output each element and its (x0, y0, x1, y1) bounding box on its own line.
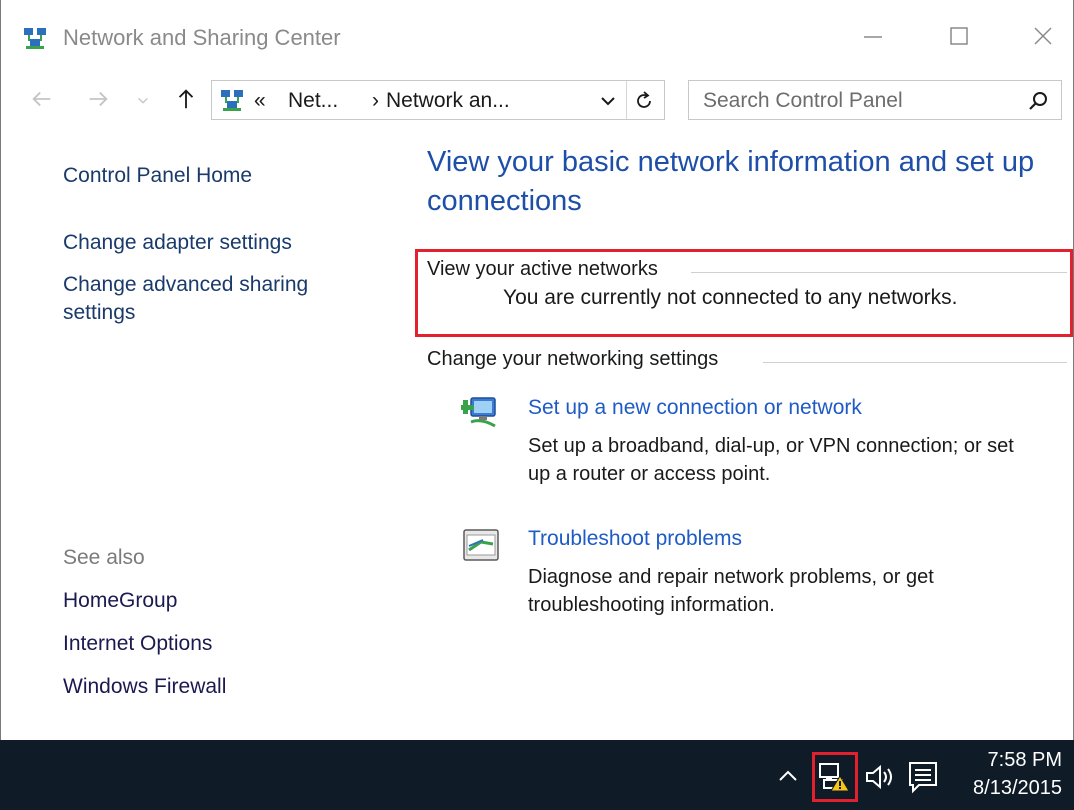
action-center-icon[interactable] (907, 760, 939, 794)
volume-icon[interactable] (864, 762, 898, 792)
setup-connection-desc-line1: Set up a broadband, dial-up, or VPN conn… (528, 435, 1014, 457)
windows-firewall-link[interactable]: Windows Firewall (63, 675, 226, 699)
address-divider (626, 81, 627, 119)
search-input[interactable]: Search Control Panel (703, 89, 903, 113)
setup-connection-link[interactable]: Set up a new connection or network (528, 396, 862, 420)
setup-connection-description: Set up a broadband, dial-up, or VPN conn… (528, 432, 1073, 488)
close-button[interactable] (1023, 16, 1063, 56)
maximize-button[interactable] (939, 16, 979, 56)
address-dropdown-icon[interactable] (598, 91, 618, 111)
system-clock[interactable]: 7:58 PM 8/13/2015 (952, 746, 1062, 802)
troubleshoot-desc-line2: troubleshooting information. (528, 594, 775, 616)
network-status-text: You are currently not connected to any n… (503, 286, 958, 309)
change-settings-divider (763, 362, 1067, 363)
network-app-icon (23, 26, 47, 50)
troubleshoot-link[interactable]: Troubleshoot problems (528, 527, 742, 551)
search-box[interactable]: Search Control Panel (688, 80, 1062, 120)
network-location-icon (220, 88, 244, 112)
refresh-icon[interactable] (632, 89, 656, 113)
network-warning-icon[interactable] (818, 762, 850, 792)
setup-connection-desc-line2: up a router or access point. (528, 463, 771, 485)
recent-locations-chevron-icon[interactable] (135, 88, 151, 114)
troubleshoot-desc-line1: Diagnose and repair network problems, or… (528, 566, 934, 588)
internet-options-link[interactable]: Internet Options (63, 632, 212, 656)
up-arrow-icon[interactable] (173, 86, 199, 112)
breadcrumb-network[interactable]: Network an... (386, 89, 510, 113)
control-panel-home-link[interactable]: Control Panel Home (63, 164, 252, 188)
page-heading-line2: connections (427, 185, 582, 217)
change-adapter-settings-link[interactable]: Change adapter settings (63, 231, 292, 255)
breadcrumb-overflow[interactable]: « (254, 89, 266, 113)
title-bar: Network and Sharing Center (1, 0, 1073, 70)
breadcrumb-separator[interactable]: › (372, 89, 379, 113)
troubleshoot-icon[interactable] (461, 526, 501, 566)
change-advanced-sharing-link-line2[interactable]: settings (63, 301, 135, 325)
clock-time: 7:58 PM (987, 749, 1062, 771)
active-networks-label: View your active networks (427, 258, 666, 281)
network-sharing-window: Network and Sharing Center « Net... › Ne… (0, 0, 1074, 740)
minimize-button[interactable] (853, 16, 893, 56)
back-arrow-icon[interactable] (29, 86, 55, 112)
active-networks-divider (691, 272, 1067, 273)
new-connection-icon[interactable] (461, 392, 501, 432)
forward-arrow-icon[interactable] (85, 86, 111, 112)
chevron-up-icon[interactable] (776, 764, 800, 788)
breadcrumb-control-panel[interactable]: Net... (288, 89, 338, 113)
page-heading: View your basic network information and … (427, 143, 1067, 221)
homegroup-link[interactable]: HomeGroup (63, 589, 177, 613)
clock-date: 8/13/2015 (973, 777, 1062, 799)
window-title: Network and Sharing Center (63, 25, 341, 50)
search-icon[interactable] (1027, 90, 1049, 112)
troubleshoot-description: Diagnose and repair network problems, or… (528, 563, 1073, 619)
see-also-label: See also (63, 546, 145, 569)
page-heading-line1: View your basic network information and … (427, 146, 1035, 178)
change-advanced-sharing-link[interactable]: Change advanced sharing (63, 273, 308, 297)
address-bar[interactable]: « Net... › Network an... (211, 80, 665, 120)
change-settings-label: Change your networking settings (427, 348, 727, 371)
